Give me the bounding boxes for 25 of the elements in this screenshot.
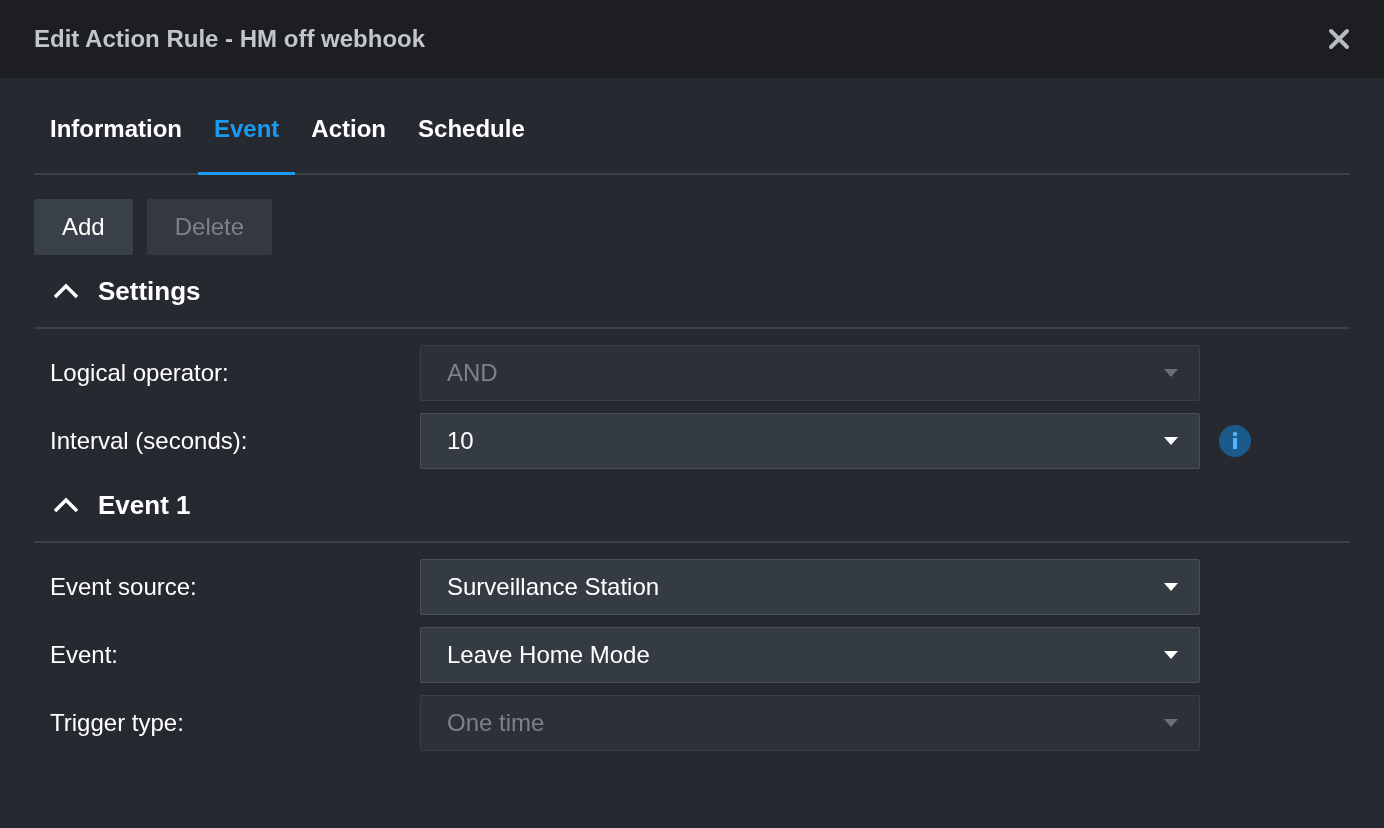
field-label: Trigger type:: [49, 709, 185, 737]
close-icon[interactable]: [1328, 28, 1350, 50]
field-label: Interval (seconds):: [49, 427, 249, 455]
tab[interactable]: Event: [198, 78, 296, 175]
caret-icon: [1163, 718, 1179, 728]
caret-icon: [1163, 582, 1179, 592]
caret-icon: [1163, 650, 1179, 660]
window-title: Edit Action Rule - HM off webhook: [34, 25, 426, 53]
section-title: Event 1: [98, 489, 191, 521]
chevron-up-icon[interactable]: [52, 283, 80, 299]
dropdown-field[interactable]: Leave Home Mode: [420, 627, 1200, 683]
caret-icon: [1163, 436, 1179, 446]
dropdown-field[interactable]: 10: [420, 413, 1200, 469]
info-icon[interactable]: [1218, 424, 1252, 458]
tab[interactable]: Action: [295, 78, 403, 175]
section-title: Settings: [98, 275, 201, 307]
caret-icon: [1163, 368, 1179, 378]
field-label: Logical operator:: [49, 359, 230, 387]
field-label: Event:: [49, 641, 120, 669]
add-button[interactable]: Add: [34, 199, 133, 255]
chevron-up-icon[interactable]: [52, 497, 80, 513]
tab[interactable]: Information: [34, 78, 198, 175]
dropdown-field[interactable]: Surveillance Station: [420, 559, 1200, 615]
tab[interactable]: Schedule: [402, 78, 541, 175]
field-label: Event source:: [49, 573, 198, 601]
